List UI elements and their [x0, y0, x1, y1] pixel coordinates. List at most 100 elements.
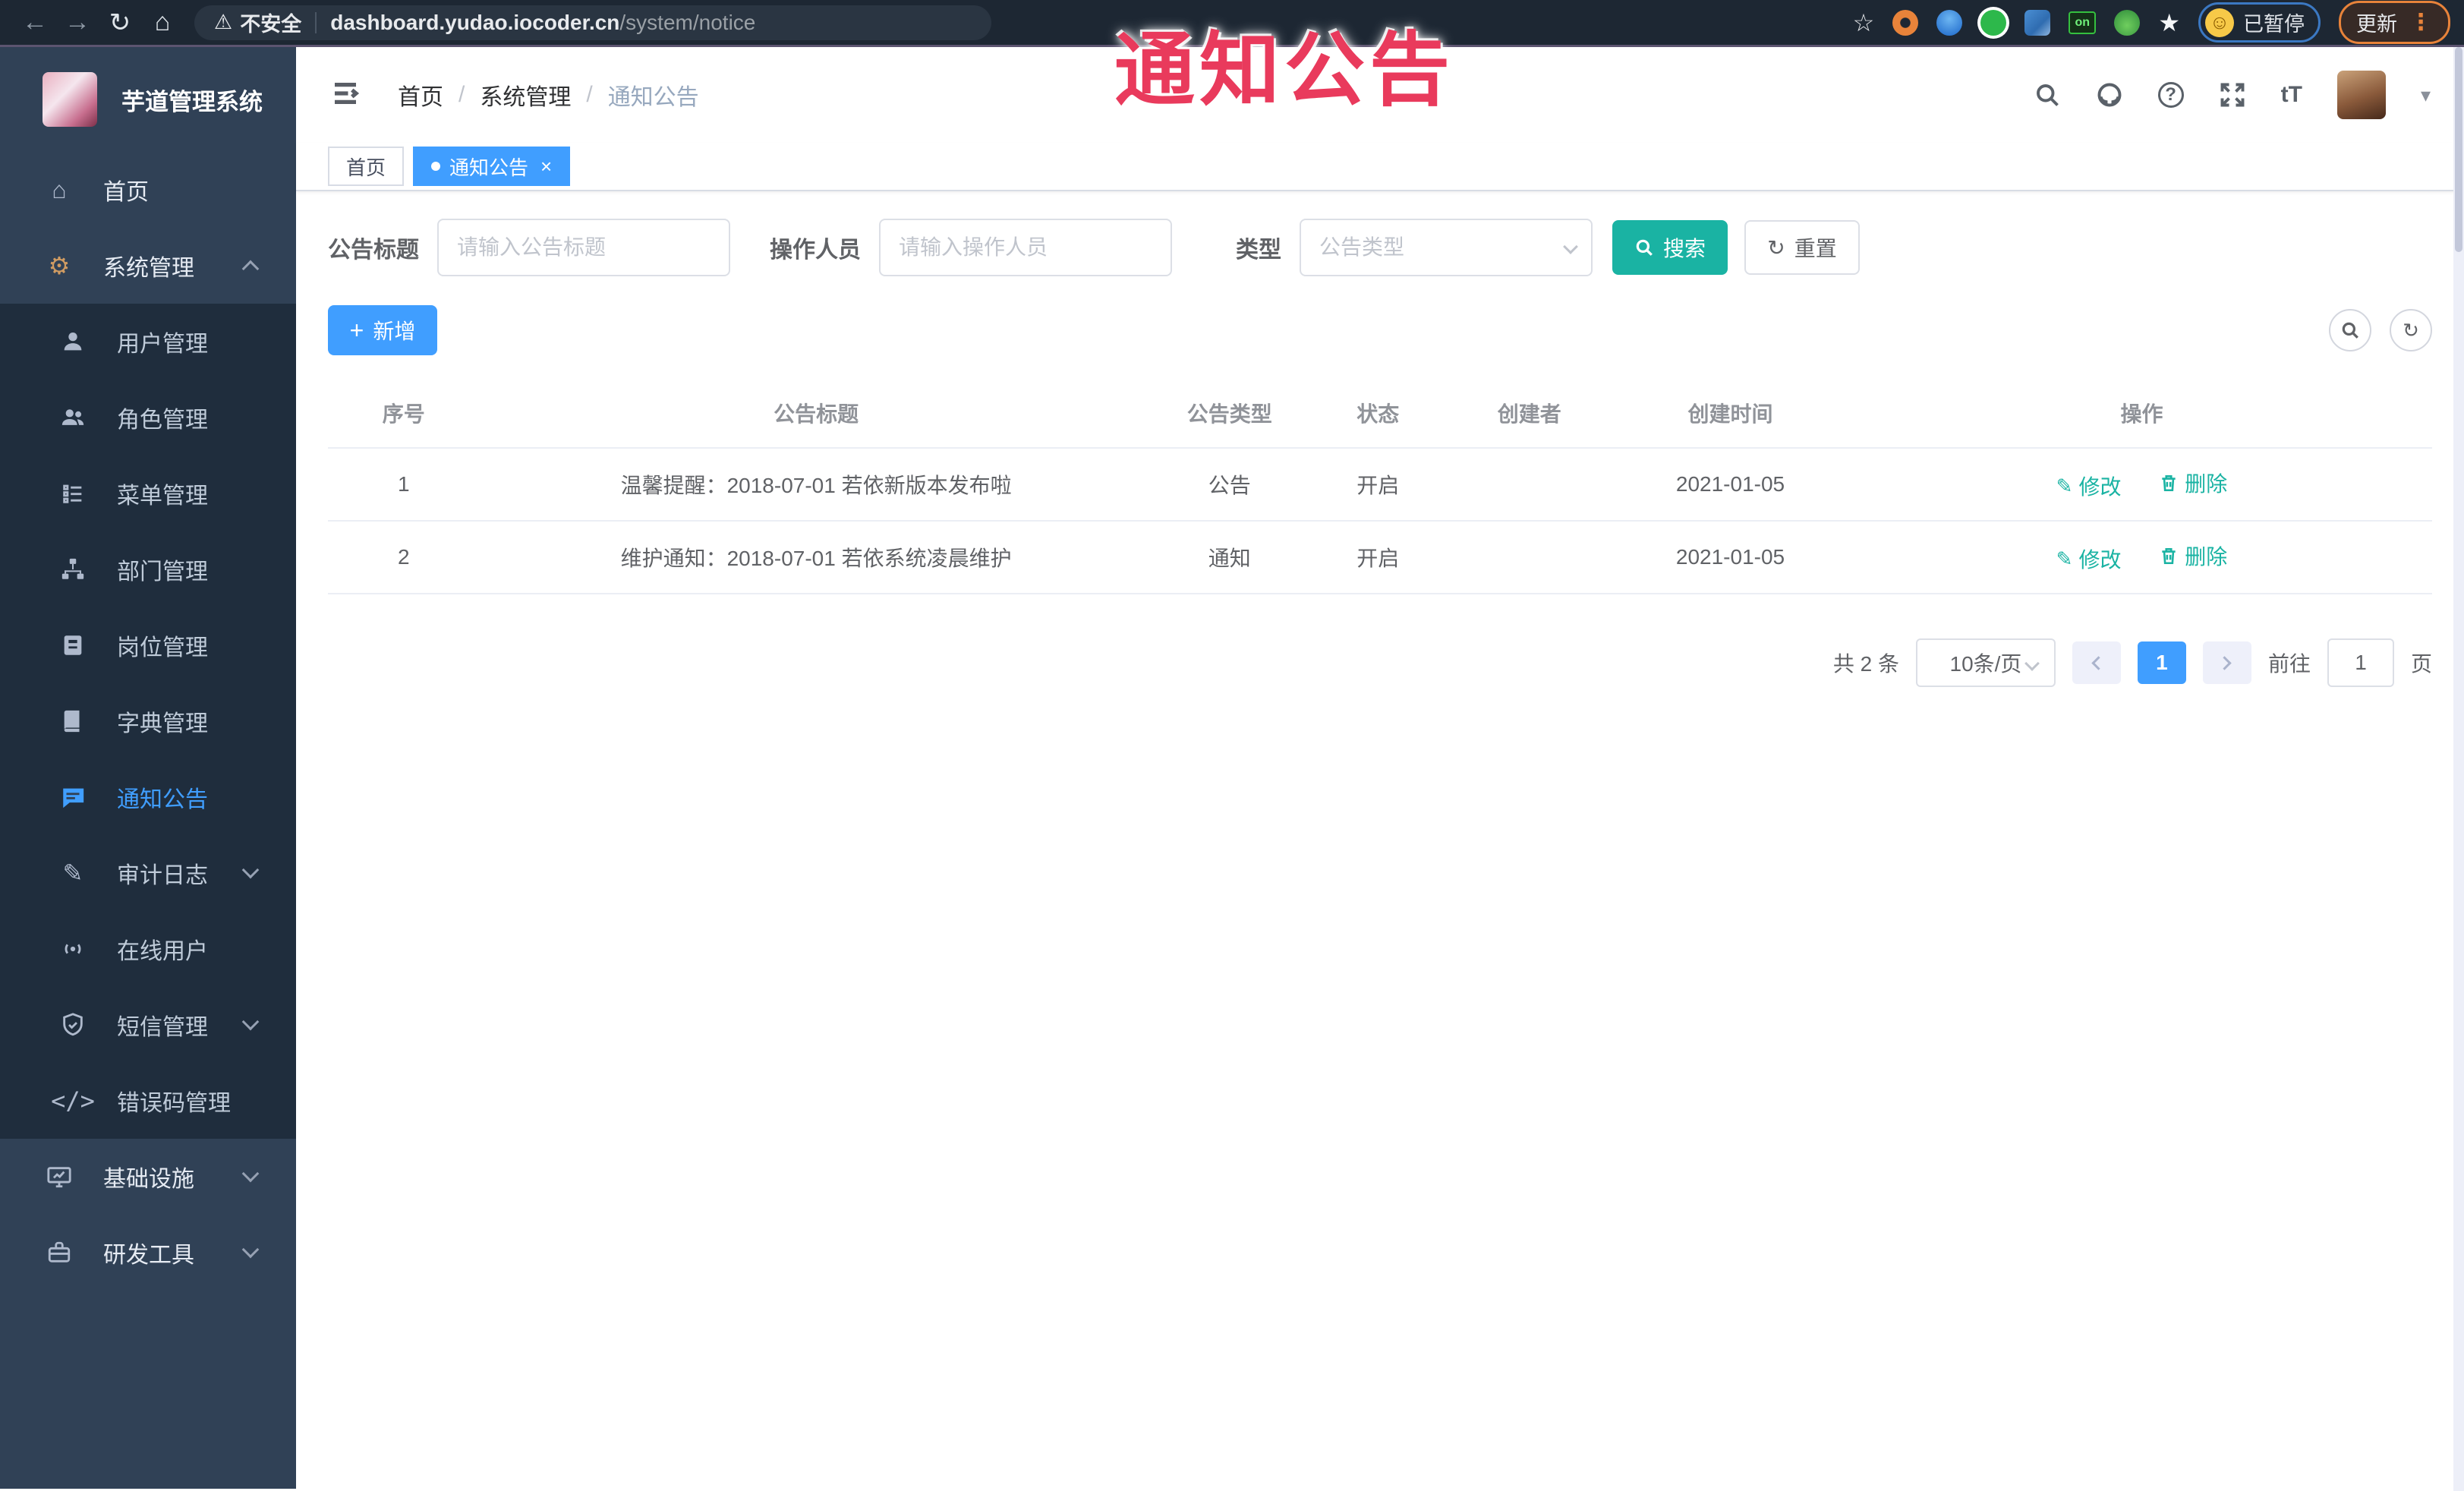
tab-label: 通知公告 [449, 156, 529, 179]
goto-label: 前往 [2267, 652, 2311, 676]
sidebar-item-dict-management[interactable]: 字典管理 [0, 683, 296, 759]
sidebar-item-post-management[interactable]: 岗位管理 [0, 607, 296, 683]
address-divider [315, 11, 317, 33]
user-icon [58, 329, 88, 355]
scrollbar-thumb[interactable] [2455, 47, 2462, 252]
avatar-caret-icon[interactable]: ▾ [2421, 84, 2431, 107]
delete-link[interactable]: 删除 [2159, 468, 2227, 498]
extension-cube-icon[interactable] [2024, 9, 2051, 36]
sidebar-item-home[interactable]: ⌂ 首页 [0, 152, 296, 228]
profile-paused-pill[interactable]: ☺ 已暂停 [2198, 2, 2321, 43]
trash-icon [2162, 474, 2176, 491]
sidebar-item-sms-management[interactable]: 短信管理 [0, 987, 296, 1063]
profile-emoji-icon: ☺ [2205, 8, 2234, 37]
fullscreen-icon[interactable] [2219, 81, 2246, 109]
add-button[interactable]: + 新增 [328, 305, 437, 355]
font-size-icon[interactable]: tT [2281, 82, 2302, 108]
extension-orange-icon[interactable] [1892, 9, 1919, 36]
sidebar-item-audit-log[interactable]: ✎ 审计日志 [0, 835, 296, 911]
breadcrumb-section[interactable]: 系统管理 [480, 78, 571, 112]
security-label[interactable]: 不安全 [240, 8, 301, 37]
menu-list-icon [58, 481, 88, 506]
logo-row[interactable]: 芋道管理系统 [0, 47, 296, 152]
delete-label: 删除 [2185, 544, 2228, 569]
address-bar[interactable]: ⚠ 不安全 dashboard.yudao.iocoder.cn /system… [194, 5, 991, 40]
type-select-input[interactable] [1300, 219, 1593, 276]
sidebar-item-label: 基础设施 [103, 1167, 194, 1192]
cell-type: 公告 [1152, 448, 1306, 522]
logo-rabbit-image [43, 72, 97, 127]
refresh-icon: ↻ [2403, 318, 2419, 342]
sidebar-item-error-code[interactable]: </> 错误码管理 [0, 1063, 296, 1139]
cell-no: 1 [328, 448, 480, 522]
notice-table: 序号 公告标题 公告类型 状态 创建者 创建时间 操作 1 温馨提醒：2018-… [328, 378, 2432, 594]
sidebar-item-department-management[interactable]: 部门管理 [0, 531, 296, 607]
extension-plant-icon[interactable] [2114, 9, 2141, 36]
table-header-row: 序号 公告标题 公告类型 状态 创建者 创建时间 操作 [328, 378, 2432, 449]
sidebar-item-notice[interactable]: 通知公告 [0, 759, 296, 835]
notice-title-input[interactable] [437, 219, 730, 276]
sidebar-item-infrastructure[interactable]: 基础设施 [0, 1139, 296, 1215]
next-page-button[interactable] [2202, 641, 2251, 684]
url-domain[interactable]: dashboard.yudao.iocoder.cn [330, 11, 619, 35]
close-icon[interactable]: × [540, 156, 552, 176]
breadcrumb-home[interactable]: 首页 [398, 78, 443, 112]
sidebar-item-online-users[interactable]: 在线用户 [0, 911, 296, 987]
help-icon[interactable]: ? [2157, 82, 2184, 108]
extension-blue-drop-icon[interactable] [1936, 9, 1963, 36]
active-tab-dot [431, 162, 441, 171]
search-button[interactable]: 搜索 [1612, 220, 1728, 275]
type-select[interactable] [1300, 219, 1593, 276]
org-tree-icon [58, 556, 88, 582]
col-actions: 操作 [1851, 378, 2432, 449]
bookmark-star-icon[interactable]: ☆ [1853, 8, 1875, 37]
github-icon[interactable] [2096, 81, 2123, 109]
refresh-table-button[interactable]: ↻ [2390, 309, 2432, 351]
sidebar-collapse-icon[interactable] [329, 77, 361, 113]
page-unit-label: 页 [2410, 652, 2432, 676]
paused-label: 已暂停 [2243, 13, 2305, 36]
tab-home[interactable]: 首页 [328, 147, 405, 186]
sidebar-item-dev-tools[interactable]: 研发工具 [0, 1215, 296, 1291]
page-number-1[interactable]: 1 [2137, 641, 2186, 684]
browser-reload-icon[interactable]: ↻ [99, 8, 141, 38]
extension-on-badge-icon[interactable]: on [2069, 11, 2097, 34]
delete-link[interactable]: 删除 [2159, 541, 2227, 571]
reset-button-label: 重置 [1794, 237, 1837, 260]
sidebar-item-label: 错误码管理 [117, 1091, 231, 1116]
tab-notice[interactable]: 通知公告 × [413, 147, 571, 186]
sidebar-item-label: 通知公告 [117, 787, 208, 812]
goto-page-input[interactable] [2327, 638, 2394, 687]
sidebar-item-menu-management[interactable]: 菜单管理 [0, 455, 296, 531]
chevron-up-icon [241, 260, 260, 278]
audit-log-icon: ✎ [62, 859, 83, 887]
browser-menu-kebab-icon[interactable]: ⋮ [2409, 9, 2433, 36]
refresh-icon: ↻ [1767, 235, 1785, 260]
user-avatar[interactable] [2336, 71, 2386, 119]
search-icon[interactable] [2034, 81, 2061, 109]
reset-button[interactable]: ↻ 重置 [1744, 220, 1860, 275]
prev-page-button[interactable] [2072, 641, 2121, 684]
sidebar-item-label: 岗位管理 [117, 635, 208, 660]
home-icon: ⌂ [52, 175, 67, 203]
browser-back-icon[interactable]: ← [14, 8, 56, 37]
browser-forward-icon[interactable]: → [56, 8, 99, 37]
page-size-select[interactable]: 10条/页 [1915, 638, 2056, 687]
browser-home-icon[interactable]: ⌂ [141, 8, 184, 37]
url-path[interactable]: /system/notice [619, 11, 755, 35]
edit-link[interactable]: ✎ 修改 [2056, 544, 2122, 574]
filter-form: 公告标题 操作人员 类型 搜索 ↻ 重置 [328, 219, 2432, 276]
extension-green-circle-icon[interactable] [1980, 9, 2007, 36]
total-count: 共 2 条 [1832, 652, 1899, 676]
operator-input[interactable] [879, 219, 1172, 276]
browser-update-button[interactable]: 更新 ⋮ [2339, 1, 2450, 44]
trash-icon [2162, 547, 2176, 564]
extension-puzzle-icon[interactable]: ★ [2158, 8, 2180, 37]
sidebar-item-user-management[interactable]: 用户管理 [0, 304, 296, 380]
sidebar-item-system-management[interactable]: ⚙ 系统管理 [0, 228, 296, 304]
edit-link[interactable]: ✎ 修改 [2056, 471, 2122, 501]
sidebar-item-role-management[interactable]: 角色管理 [0, 380, 296, 455]
cell-title: 温馨提醒：2018-07-01 若依新版本发布啦 [479, 448, 1153, 522]
cell-creator [1449, 521, 1610, 594]
toggle-search-button[interactable] [2329, 309, 2371, 351]
